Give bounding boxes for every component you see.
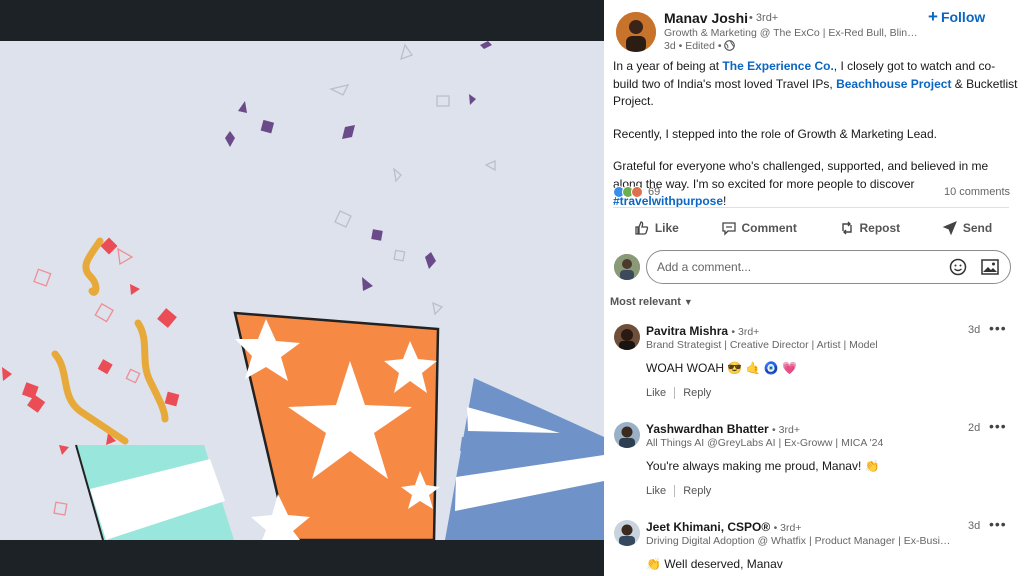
like-button[interactable]: Like	[634, 214, 679, 242]
commenter-name[interactable]: Jeet Khimani, CSPO® • 3rd+	[646, 520, 801, 534]
company-link[interactable]: The Experience Co.	[722, 59, 833, 73]
more-options-icon[interactable]: •••	[989, 320, 1007, 336]
more-options-icon[interactable]: •••	[989, 418, 1007, 434]
comment-like-button[interactable]: Like	[646, 387, 666, 399]
divider	[674, 387, 676, 399]
comment-button[interactable]: Comment	[721, 214, 797, 242]
commenter-name[interactable]: Pavitra Mishra • 3rd+	[646, 324, 759, 338]
comment-time: 3d	[968, 324, 981, 336]
comment-time: 3d	[968, 520, 981, 532]
comment-reply-button[interactable]: Reply	[683, 485, 711, 497]
reaction-count: 69	[648, 186, 661, 198]
commenter-headline: Brand Strategist | Creative Director | A…	[646, 339, 878, 351]
comment-actions: Like Reply	[646, 387, 711, 399]
comment-reply-button[interactable]: Reply	[683, 387, 711, 399]
sort-dropdown[interactable]: Most relevant ▼	[610, 296, 693, 308]
post-panel: Manav Joshi • 3rd+ Growth & Marketing @ …	[604, 0, 1024, 576]
current-user-avatar[interactable]	[614, 254, 640, 280]
commenter-avatar[interactable]	[614, 422, 640, 448]
author-name[interactable]: Manav Joshi	[664, 10, 748, 26]
comment-icon	[721, 222, 736, 236]
post-body: In a year of being at The Experience Co.…	[613, 58, 1018, 226]
comment-placeholder: Add a comment...	[657, 260, 752, 274]
send-button[interactable]: Send	[942, 214, 992, 242]
post-meta-text: 3d • Edited •	[664, 40, 722, 52]
add-comment-input[interactable]: Add a comment...	[646, 250, 1011, 284]
more-options-icon[interactable]: •••	[989, 516, 1007, 532]
comment-actions: Like Reply	[646, 485, 711, 497]
sort-label: Most relevant	[610, 296, 681, 308]
author-headline: Growth & Marketing @ The ExCo | Ex-Red B…	[664, 27, 922, 39]
thumbs-up-icon	[635, 221, 648, 235]
post-paragraph-2: Recently, I stepped into the role of Gro…	[613, 126, 937, 141]
commenter-avatar[interactable]	[614, 324, 640, 350]
post-paragraph-1: In a year of being at The Experience Co.…	[613, 59, 1018, 108]
post-paragraph-3: Grateful for everyone who's challenged, …	[613, 159, 989, 208]
post-image[interactable]	[0, 41, 604, 540]
image-icon[interactable]	[980, 257, 1000, 277]
caret-down-icon: ▼	[683, 297, 693, 307]
repost-icon	[841, 221, 852, 235]
divider	[674, 485, 676, 497]
commenter-headline: Driving Digital Adoption @ Whatfix | Pro…	[646, 535, 956, 547]
author-avatar[interactable]	[616, 12, 656, 52]
repost-button[interactable]: Repost	[839, 214, 900, 242]
image-viewer	[0, 0, 604, 576]
love-reaction-icon	[631, 186, 643, 198]
commenter-name[interactable]: Yashwardhan Bhatter • 3rd+	[646, 422, 800, 436]
commenter-avatar[interactable]	[614, 520, 640, 546]
emoji-icon[interactable]	[948, 257, 968, 277]
comment-like-button[interactable]: Like	[646, 485, 666, 497]
comment-time: 2d	[968, 422, 981, 434]
globe-icon	[724, 40, 736, 54]
author-degree: • 3rd+	[749, 12, 779, 24]
plus-icon: +	[928, 7, 938, 26]
comment-text: WOAH WOAH 😎 🤙 🧿 💗	[646, 361, 798, 375]
divider	[613, 207, 1009, 208]
comment-text: 👏 Well deserved, Manav	[646, 557, 783, 571]
celebration-illustration	[2, 41, 604, 540]
follow-label: Follow	[940, 9, 986, 25]
comment-text: You're always making me proud, Manav! 👏	[646, 459, 880, 473]
follow-button[interactable]: + Follow	[922, 6, 991, 28]
post-meta: 3d • Edited •	[664, 40, 736, 54]
beachhouse-link[interactable]: Beachhouse Project	[836, 77, 951, 91]
commenter-headline: All Things AI @GreyLabs AI | Ex-Groww | …	[646, 437, 884, 449]
post-actions: Like Comment Repost Send	[613, 214, 1013, 242]
comments-count[interactable]: 10 comments	[944, 186, 1010, 198]
send-icon	[942, 221, 957, 236]
reactions-summary[interactable]: 69	[613, 186, 660, 198]
reaction-icons	[613, 186, 643, 198]
